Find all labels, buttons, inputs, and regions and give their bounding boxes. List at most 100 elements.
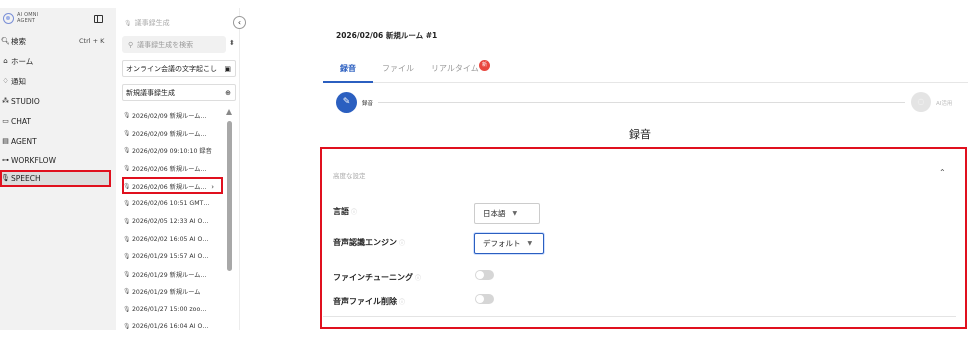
nav-item-label: ホーム bbox=[11, 56, 34, 66]
nav-item-speech[interactable]: 🎙︎ SPEECH bbox=[0, 171, 110, 185]
nav-item-label: 検索 bbox=[11, 36, 26, 46]
list-item[interactable]: 🎙︎ 2026/02/05 12:33 AI O… bbox=[123, 215, 215, 228]
finetuning-toggle[interactable] bbox=[475, 270, 494, 280]
minutes-list-panel: 🎙︎ 議事録生成 ⚲ 議事録生成を検索 ⬍ オンライン会議の文字起こし ▣ 新規… bbox=[116, 8, 240, 330]
new-minutes-button[interactable]: 新規議事録生成 ⊕ bbox=[122, 84, 236, 101]
list-item[interactable]: 🎙︎ 2026/01/29 新規ルーム… bbox=[123, 268, 215, 281]
chevron-right-icon: › bbox=[211, 182, 214, 191]
step-recording-label: 録音 bbox=[362, 101, 374, 107]
list-scrollbar[interactable] bbox=[226, 121, 232, 271]
nav-item-label: CHAT bbox=[11, 116, 32, 126]
sidebar-collapse-icon[interactable] bbox=[94, 15, 103, 23]
mic-icon: 🎙︎ bbox=[123, 112, 131, 119]
language-label: 言語 ⓘ bbox=[333, 207, 358, 216]
new-badge: 新 bbox=[479, 60, 490, 71]
studio-icon: ⁂ bbox=[2, 97, 9, 105]
info-icon: ⓘ bbox=[351, 209, 358, 216]
info-icon: ⓘ bbox=[399, 299, 406, 306]
home-icon: ⌂ bbox=[3, 57, 8, 65]
online-meeting-transcription-button[interactable]: オンライン会議の文字起こし ▣ bbox=[122, 60, 236, 77]
nav-item-label: STUDIO bbox=[11, 96, 40, 106]
mic-icon: 🎙︎ bbox=[123, 236, 131, 243]
list-item-selected[interactable]: 🎙︎ 2026/02/06 新規ルーム… › bbox=[123, 180, 215, 193]
workflow-icon: ⊶ bbox=[2, 156, 9, 164]
list-item[interactable]: 🎙︎ 2026/01/29 新規ルーム bbox=[123, 285, 215, 298]
highlight-box-advanced-settings bbox=[320, 147, 967, 329]
list-item[interactable]: 🎙︎ 2026/02/09 新規ルーム… bbox=[123, 109, 215, 122]
nav-item-studio[interactable]: ⁂ STUDIO bbox=[0, 94, 110, 108]
stepper-line bbox=[378, 102, 905, 103]
window-icon: ▣ bbox=[224, 64, 231, 73]
nav-item-home[interactable]: ⌂ ホーム bbox=[0, 54, 110, 68]
logo-icon bbox=[3, 13, 14, 24]
nav-item-notifications[interactable]: ♢ 通知 bbox=[0, 74, 110, 88]
search-placeholder: 議事録生成を検索 bbox=[137, 40, 194, 49]
app-logo[interactable]: AI OMNI AGENT bbox=[3, 12, 38, 24]
collapse-panel-button[interactable]: ‹ bbox=[233, 16, 246, 29]
panel-bottom-divider bbox=[323, 316, 956, 317]
speech-engine-select[interactable]: デフォルト ▼ bbox=[474, 233, 544, 254]
left-navigation: AI OMNI AGENT 🔍︎ 検索 Ctrl + K ⌂ ホーム ♢ 通知 … bbox=[0, 8, 116, 330]
caret-down-icon: ▼ bbox=[512, 210, 518, 217]
list-item[interactable]: 🎙︎ 2026/02/02 16:05 AI O… bbox=[123, 233, 215, 246]
advanced-settings-label: 高度な設定 bbox=[333, 172, 366, 180]
tab-recording[interactable]: 録音 bbox=[340, 63, 356, 74]
mic-icon: 🎙︎ bbox=[123, 130, 131, 137]
scroll-up-icon[interactable] bbox=[226, 109, 232, 115]
chevron-up-icon[interactable]: ⌃ bbox=[939, 168, 946, 177]
agent-icon: ▤ bbox=[2, 137, 9, 145]
info-icon: ⓘ bbox=[415, 275, 422, 282]
step-ai-label: AI活用 bbox=[936, 101, 953, 107]
mic-icon: 🎙︎ bbox=[123, 147, 131, 154]
minutes-search-input[interactable]: ⚲ 議事録生成を検索 bbox=[122, 36, 226, 53]
nav-item-workflow[interactable]: ⊶ WORKFLOW bbox=[0, 153, 110, 167]
active-tab-indicator bbox=[323, 81, 373, 83]
language-select[interactable]: 日本語 ▼ bbox=[474, 203, 540, 224]
nav-item-label: SPEECH bbox=[11, 173, 41, 183]
mic-icon: 🎙︎ bbox=[123, 165, 131, 172]
mic-icon: 🎙︎ bbox=[123, 288, 131, 295]
search-shortcut: Ctrl + K bbox=[79, 37, 105, 45]
step-recording-icon: ✎ bbox=[336, 92, 357, 113]
nav-item-label: AGENT bbox=[11, 136, 37, 146]
room-title: 2026/02/06 新規ルーム #1 bbox=[336, 31, 438, 40]
bell-icon: ♢ bbox=[2, 77, 9, 85]
list-item[interactable]: 🎙︎ 2026/02/06 新規ルーム… bbox=[123, 162, 215, 175]
search-icon: 🔍︎ bbox=[1, 37, 10, 45]
mic-icon: 🎙︎ bbox=[123, 253, 131, 260]
logo-text-line2: AGENT bbox=[17, 17, 36, 24]
sort-icon[interactable]: ⬍ bbox=[229, 39, 235, 47]
delete-audio-toggle[interactable] bbox=[475, 294, 494, 304]
tabs-divider bbox=[323, 82, 968, 83]
search-icon: ⚲ bbox=[128, 40, 134, 49]
mic-icon: 🎙︎ bbox=[123, 200, 131, 207]
mic-icon: 🎙︎ bbox=[123, 271, 131, 278]
nav-item-chat[interactable]: ▭ CHAT bbox=[0, 114, 110, 128]
mic-icon: 🎙︎ bbox=[123, 218, 131, 225]
list-item[interactable]: 🎙︎ 2026/02/09 新規ルーム… bbox=[123, 127, 215, 140]
mic-icon: 🎙︎ bbox=[123, 306, 131, 313]
list-item[interactable]: 🎙︎ 2026/01/29 15:57 AI O… bbox=[123, 250, 215, 263]
panel-title: 🎙︎ 議事録生成 bbox=[124, 19, 170, 27]
list-item[interactable]: 🎙︎ 2026/02/09 09:10:10 録音 bbox=[123, 144, 215, 157]
plus-circle-icon: ⊕ bbox=[225, 88, 231, 97]
section-title: 録音 bbox=[629, 128, 651, 141]
caret-down-icon: ▼ bbox=[527, 240, 533, 247]
mic-icon: 🎙︎ bbox=[124, 19, 132, 27]
tab-realtime[interactable]: リアルタイム bbox=[431, 63, 479, 74]
step-ai-icon: ◌ bbox=[911, 92, 931, 112]
list-item[interactable]: 🎙︎ 2026/02/06 10:51 GMT… bbox=[123, 197, 215, 210]
delete-audio-label: 音声ファイル削除 ⓘ bbox=[333, 297, 406, 306]
nav-item-agent[interactable]: ▤ AGENT bbox=[0, 134, 110, 148]
list-item[interactable]: 🎙︎ 2026/01/27 15:00 zoo… bbox=[123, 303, 215, 316]
mic-icon: 🎙︎ bbox=[123, 183, 131, 190]
info-icon: ⓘ bbox=[399, 240, 406, 247]
finetuning-label: ファインチューニング ⓘ bbox=[333, 273, 422, 282]
chat-icon: ▭ bbox=[2, 117, 9, 125]
list-item[interactable]: 🎙︎ 2026/01/26 16:04 AI O… bbox=[123, 320, 215, 333]
nav-item-search[interactable]: 🔍︎ 検索 Ctrl + K bbox=[0, 34, 110, 48]
tab-file[interactable]: ファイル bbox=[382, 63, 414, 74]
nav-item-label: 通知 bbox=[11, 76, 26, 86]
nav-item-label: WORKFLOW bbox=[11, 155, 56, 165]
speech-engine-label: 音声認識エンジン ⓘ bbox=[333, 238, 406, 247]
